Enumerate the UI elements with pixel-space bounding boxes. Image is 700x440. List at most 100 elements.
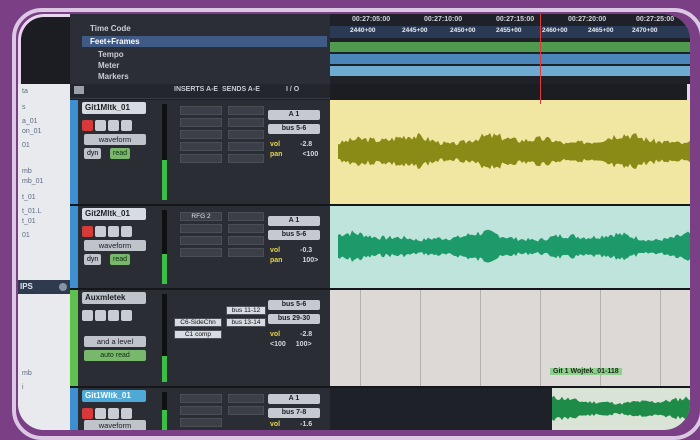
pan-display[interactable]: <100 100>: [270, 340, 312, 349]
aux-button[interactable]: [121, 310, 132, 321]
insert-slot[interactable]: [180, 106, 222, 115]
audio-waveform[interactable]: [330, 388, 690, 430]
region-item[interactable]: t_01: [22, 194, 36, 201]
region-item[interactable]: mb: [22, 168, 32, 175]
input-selector[interactable]: A 1: [268, 394, 320, 404]
region-item[interactable]: a_01: [22, 118, 38, 125]
region-item[interactable]: mb: [22, 370, 32, 377]
record-button[interactable]: [82, 408, 93, 419]
solo-button[interactable]: [108, 226, 119, 237]
region-item[interactable]: s: [22, 104, 26, 111]
region-item[interactable]: on_01: [22, 128, 41, 135]
insert-slot[interactable]: [180, 236, 222, 245]
input-selector[interactable]: A 1: [268, 216, 320, 226]
solo-button[interactable]: [108, 408, 119, 419]
ruler-feet-frames-label[interactable]: Feet+Frames: [82, 36, 327, 47]
input-monitor-button[interactable]: [95, 226, 106, 237]
insert-slot[interactable]: [180, 406, 222, 415]
track-view-selector[interactable]: waveform: [84, 240, 146, 251]
region-item[interactable]: 01: [22, 142, 30, 149]
section-header-ips[interactable]: IPS: [18, 280, 70, 294]
track-name[interactable]: Git1Mltk_01: [82, 102, 146, 114]
collapse-icon[interactable]: [59, 283, 67, 291]
meter-ruler[interactable]: [330, 54, 690, 64]
insert-slot[interactable]: [180, 248, 222, 257]
mute-button[interactable]: [95, 310, 106, 321]
volume-display[interactable]: vol -1.6: [270, 420, 312, 429]
track-name[interactable]: Auxmletek: [82, 292, 146, 304]
timeline-rulers[interactable]: 00:27:05:00 00:27:10:00 00:27:15:00 00:2…: [330, 14, 690, 84]
markers-ruler[interactable]: [330, 66, 690, 76]
output-selector[interactable]: bus 29-30: [268, 314, 320, 324]
record-button[interactable]: [82, 226, 93, 237]
automation-mode-selector[interactable]: auto read: [84, 350, 146, 361]
insert-slot[interactable]: RFG 2: [180, 212, 222, 221]
mute-button[interactable]: [121, 408, 132, 419]
volume-display[interactable]: vol -0.3: [270, 246, 312, 255]
send-slot[interactable]: [228, 142, 264, 151]
insert-slot[interactable]: [180, 154, 222, 163]
automation-mode-selector[interactable]: read: [110, 148, 131, 159]
record-button[interactable]: [82, 120, 93, 131]
region-item[interactable]: i: [22, 384, 24, 391]
send-slot[interactable]: [228, 248, 264, 257]
output-selector[interactable]: bus 5-6: [268, 124, 320, 134]
input-monitor-button[interactable]: [95, 408, 106, 419]
send-slot[interactable]: [228, 106, 264, 115]
playhead-cursor[interactable]: [540, 14, 541, 104]
region-item[interactable]: ta: [22, 88, 28, 95]
volume-display[interactable]: vol -2.8: [270, 330, 312, 339]
automation-param-selector[interactable]: dyn: [84, 254, 102, 265]
ruler-tempo-label[interactable]: Tempo: [98, 50, 124, 59]
region-item[interactable]: t_01: [22, 218, 36, 225]
playlist-lane-3[interactable]: [330, 290, 690, 388]
insert-slot[interactable]: C1 comp: [174, 330, 222, 339]
track-view-selector[interactable]: waveform: [84, 134, 146, 145]
send-slot[interactable]: [228, 118, 264, 127]
insert-slot[interactable]: [180, 142, 222, 151]
input-monitor-button[interactable]: [95, 120, 106, 131]
send-slot[interactable]: [228, 406, 264, 415]
send-slot[interactable]: [228, 130, 264, 139]
playlist-lane-2[interactable]: [330, 206, 690, 290]
feet-frames-ruler[interactable]: 2440+00 2445+00 2450+00 2455+00 2460+00 …: [330, 26, 690, 38]
pan-display[interactable]: pan <100: [270, 150, 318, 159]
ruler-markers-label[interactable]: Markers: [98, 72, 129, 81]
insert-slot[interactable]: [180, 224, 222, 233]
mute-button[interactable]: [121, 226, 132, 237]
ruler-meter-label[interactable]: Meter: [98, 61, 119, 70]
track-list-menu-icon[interactable]: [74, 86, 84, 94]
clip-name-label[interactable]: Git 1 Wojtek_01-118: [550, 368, 622, 375]
track-view-selector[interactable]: waveform: [84, 420, 146, 430]
region-item[interactable]: t_01.L: [22, 208, 41, 215]
insert-slot[interactable]: [180, 118, 222, 127]
insert-slot[interactable]: [180, 418, 222, 427]
track-view-selector[interactable]: and a level: [84, 336, 146, 347]
send-slot[interactable]: [228, 154, 264, 163]
send-slot[interactable]: bus 11-12: [226, 306, 266, 315]
send-slot[interactable]: [228, 394, 264, 403]
track-name[interactable]: Git2Mltk_01: [82, 208, 146, 220]
region-item[interactable]: mb_01: [22, 178, 43, 185]
input-selector[interactable]: bus 5-6: [268, 300, 320, 310]
send-slot[interactable]: [228, 236, 264, 245]
volume-display[interactable]: vol -2.8: [270, 140, 312, 149]
solo-button[interactable]: [108, 120, 119, 131]
send-slot[interactable]: [228, 224, 264, 233]
track-name[interactable]: Git1Wltk_01: [82, 390, 146, 402]
output-selector[interactable]: bus 7-8: [268, 408, 320, 418]
pan-display[interactable]: pan 100>: [270, 256, 318, 265]
input-monitor-button[interactable]: [108, 310, 119, 321]
send-slot[interactable]: [228, 212, 264, 221]
solo-button[interactable]: [82, 310, 93, 321]
automation-mode-selector[interactable]: read: [110, 254, 131, 265]
audio-waveform[interactable]: [330, 100, 690, 204]
playlist-lane-1[interactable]: [330, 100, 690, 206]
send-slot[interactable]: bus 13-14: [226, 318, 266, 327]
region-item[interactable]: 01: [22, 232, 30, 239]
tempo-ruler[interactable]: [330, 42, 690, 52]
output-selector[interactable]: bus 5-6: [268, 230, 320, 240]
mute-button[interactable]: [121, 120, 132, 131]
insert-slot[interactable]: C6-SideChn: [174, 318, 222, 327]
insert-slot[interactable]: [180, 130, 222, 139]
